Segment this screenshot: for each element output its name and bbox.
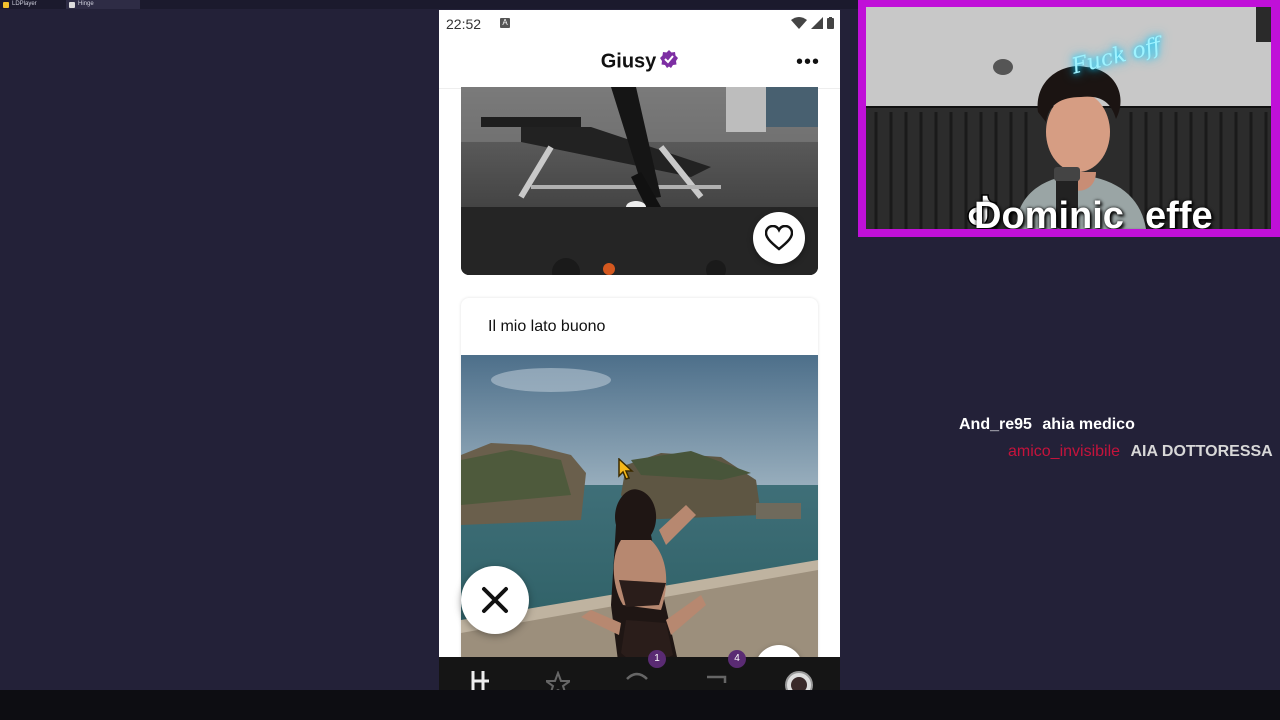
a-notification-icon: A — [500, 18, 510, 28]
profile-name-row: Giusy — [439, 50, 840, 74]
host-tab-hinge[interactable]: Hinge — [66, 0, 140, 9]
ldplayer-icon — [3, 2, 9, 8]
nav-standouts[interactable] — [542, 670, 576, 690]
nav-likes[interactable] — [625, 671, 655, 690]
profile-photo-sea[interactable] — [461, 355, 818, 690]
host-tab-label: Hinge — [78, 1, 94, 7]
profile-name: Giusy — [600, 50, 657, 73]
verified-badge-icon — [660, 50, 679, 74]
avatar-icon — [785, 671, 813, 690]
host-tab-ldplayer[interactable]: LDPlayer — [0, 0, 72, 9]
host-tab-label: LDPlayer — [12, 1, 37, 7]
likes-count-badge: 1 — [648, 650, 666, 668]
chat-username: And_re95 — [959, 416, 1032, 433]
star-icon — [542, 670, 574, 690]
close-icon — [482, 587, 508, 613]
chat-username: amico_invisibile — [1008, 443, 1121, 460]
reject-button[interactable] — [461, 566, 529, 634]
webcam-overlay: Fuck off Dominic_effe — [858, 0, 1280, 237]
chat-text: AIA DOTTORESSA — [1130, 443, 1273, 460]
phone-screen: 22:52 A Giusy ••• Il mio lato buono 1 4 — [439, 10, 840, 690]
hinge-icon — [69, 2, 75, 8]
profile-photo-gym[interactable] — [461, 87, 818, 275]
webcam-video: Fuck off Dominic_effe — [866, 7, 1271, 229]
bottom-nav: 1 4 — [439, 650, 840, 690]
status-time: 22:52 — [446, 16, 482, 32]
battery-icon — [827, 17, 834, 29]
prompt-label: Il mio lato buono — [488, 318, 606, 335]
likes-icon — [626, 672, 648, 680]
prompt-photo-card: Il mio lato buono — [461, 298, 818, 690]
like-photo-button[interactable] — [753, 212, 805, 264]
profile-header: Giusy ••• — [439, 38, 840, 89]
signal-icon — [811, 17, 823, 29]
screen-bottom-bar — [0, 690, 1280, 720]
status-bar: 22:52 A — [439, 10, 840, 38]
nav-matches[interactable] — [705, 671, 735, 690]
chat-icon — [707, 675, 727, 683]
wifi-icon — [791, 17, 807, 29]
chat-text: ahia medico — [1042, 416, 1135, 433]
mouse-cursor-icon — [618, 458, 634, 480]
nav-discover[interactable] — [469, 671, 499, 690]
chat-message: amico_invisibile AIA DOTTORESSA — [1008, 443, 1273, 461]
chat-message: And_re95 ahia medico — [959, 416, 1135, 434]
hinge-h-icon — [471, 671, 489, 690]
heart-icon — [765, 225, 793, 251]
matches-count-badge: 4 — [728, 650, 746, 668]
nav-profile[interactable] — [785, 671, 815, 690]
more-options-button[interactable]: ••• — [796, 51, 820, 74]
stream-handle: Dominic_effe — [974, 195, 1213, 229]
